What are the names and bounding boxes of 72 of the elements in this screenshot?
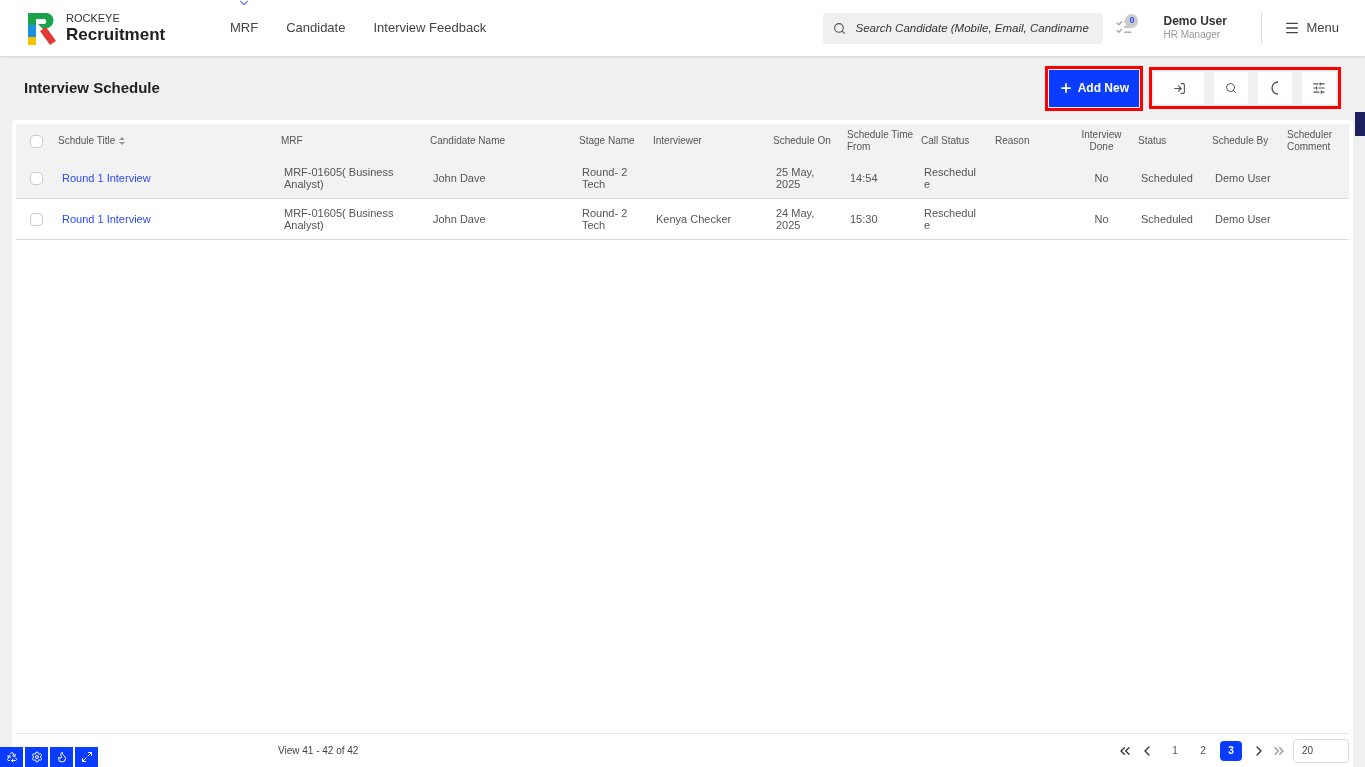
page-title: Interview Schedule: [24, 77, 160, 98]
user-role: HR Manager: [1163, 29, 1222, 42]
column-header[interactable]: Stage Name: [579, 134, 635, 148]
table-cell: 14:54: [850, 172, 878, 184]
column-header[interactable]: Schdule Title: [58, 134, 126, 148]
column-header[interactable]: Call Status: [921, 134, 970, 148]
page-button[interactable]: 2: [1192, 740, 1214, 761]
column-header[interactable]: Candidate Name: [430, 134, 506, 148]
logo-icon: [26, 11, 58, 45]
table-cell: 15:30: [850, 213, 878, 225]
search-field[interactable]: Search Candidate (Mobile, Email, Candiname: [823, 12, 1104, 44]
table-cell: MRF-01605( Business Analyst): [284, 207, 394, 231]
plus-icon: [1058, 81, 1073, 95]
table-cell: Demo User: [1215, 172, 1271, 184]
table-cell: Scheduled: [1141, 172, 1193, 184]
refresh-button[interactable]: [1258, 72, 1292, 104]
table-cell: Round- 2 Tech: [582, 166, 628, 190]
column-header[interactable]: Status: [1138, 134, 1167, 148]
gear-icon[interactable]: [25, 747, 48, 767]
add-new-button[interactable]: Add New: [1048, 69, 1139, 107]
table-cell: MRF-01605( Business Analyst): [284, 166, 394, 190]
export-icon: [1172, 81, 1186, 95]
column-header[interactable]: Schedule On: [773, 134, 831, 148]
table-cell: Kenya Checker: [656, 213, 732, 225]
table-cell: John Dave: [433, 213, 486, 225]
table-row[interactable]: Round 1 Interview MRF-01605( Business Analyst) John Dave Round- 2 Tech 25 May, 2025 14:54 Reschedule No Scheduled Demo User: [16, 158, 1349, 199]
menu-button[interactable]: Menu: [1284, 18, 1339, 38]
table-cell: Scheduled: [1141, 213, 1193, 225]
record-summary: View 41 - 42 of 42: [278, 744, 359, 758]
page-size-field[interactable]: 20: [1293, 738, 1349, 763]
brand-tagline: ROCKEYE: [66, 13, 121, 24]
nav-link[interactable]: Interview Feedback: [373, 18, 487, 38]
column-header[interactable]: Reason: [995, 134, 1030, 148]
column-header[interactable]: Interview Done: [1069, 128, 1134, 154]
sliders-icon: [1312, 81, 1326, 95]
table-cell: Reschedule: [924, 166, 976, 190]
column-header[interactable]: Scheduler Comment: [1287, 128, 1354, 154]
export-button[interactable]: [1154, 72, 1204, 104]
page-button[interactable]: 1: [1164, 740, 1186, 761]
expand-icon[interactable]: [75, 747, 98, 767]
notification-badge: 0: [1125, 14, 1139, 28]
arc-icon: [1271, 81, 1279, 95]
row-checkbox[interactable]: [29, 212, 43, 226]
recycle-icon[interactable]: [0, 747, 23, 767]
sort-icon: [119, 137, 126, 145]
table-cell: Round- 2 Tech: [582, 207, 628, 231]
page-button[interactable]: 3: [1220, 740, 1242, 761]
brand-name: Recruitment: [66, 26, 166, 43]
flame-icon[interactable]: [50, 747, 73, 767]
schedule-title-link[interactable]: Round 1 Interview: [62, 213, 151, 225]
column-header[interactable]: Schedule By: [1212, 134, 1269, 148]
table-cell: Demo User: [1215, 213, 1271, 225]
table-cell: No: [1094, 172, 1109, 184]
table-cell: 25 May, 2025: [776, 166, 815, 190]
column-header[interactable]: Interviewer: [653, 134, 702, 148]
nav-link[interactable]: Candidate: [286, 18, 346, 38]
column-header[interactable]: Schedule Time From: [847, 128, 917, 154]
search-icon: [833, 21, 847, 35]
schedule-title-link[interactable]: Round 1 Interview: [62, 172, 151, 184]
menu-icon: [1284, 20, 1301, 36]
table-cell: Reschedule: [924, 207, 976, 231]
column-header[interactable]: MRF: [281, 134, 303, 148]
select-all-checkbox[interactable]: [29, 134, 43, 148]
table-cell: John Dave: [433, 172, 486, 184]
search-tool-button[interactable]: [1214, 72, 1248, 104]
user-name: Demo User: [1163, 14, 1228, 30]
table-cell: 24 May, 2025: [776, 207, 815, 231]
nav-link[interactable]: MRF: [230, 0, 259, 38]
search-icon: [1225, 82, 1237, 94]
row-checkbox[interactable]: [29, 171, 43, 185]
table-cell: No: [1094, 213, 1109, 225]
filter-button[interactable]: [1302, 72, 1336, 104]
